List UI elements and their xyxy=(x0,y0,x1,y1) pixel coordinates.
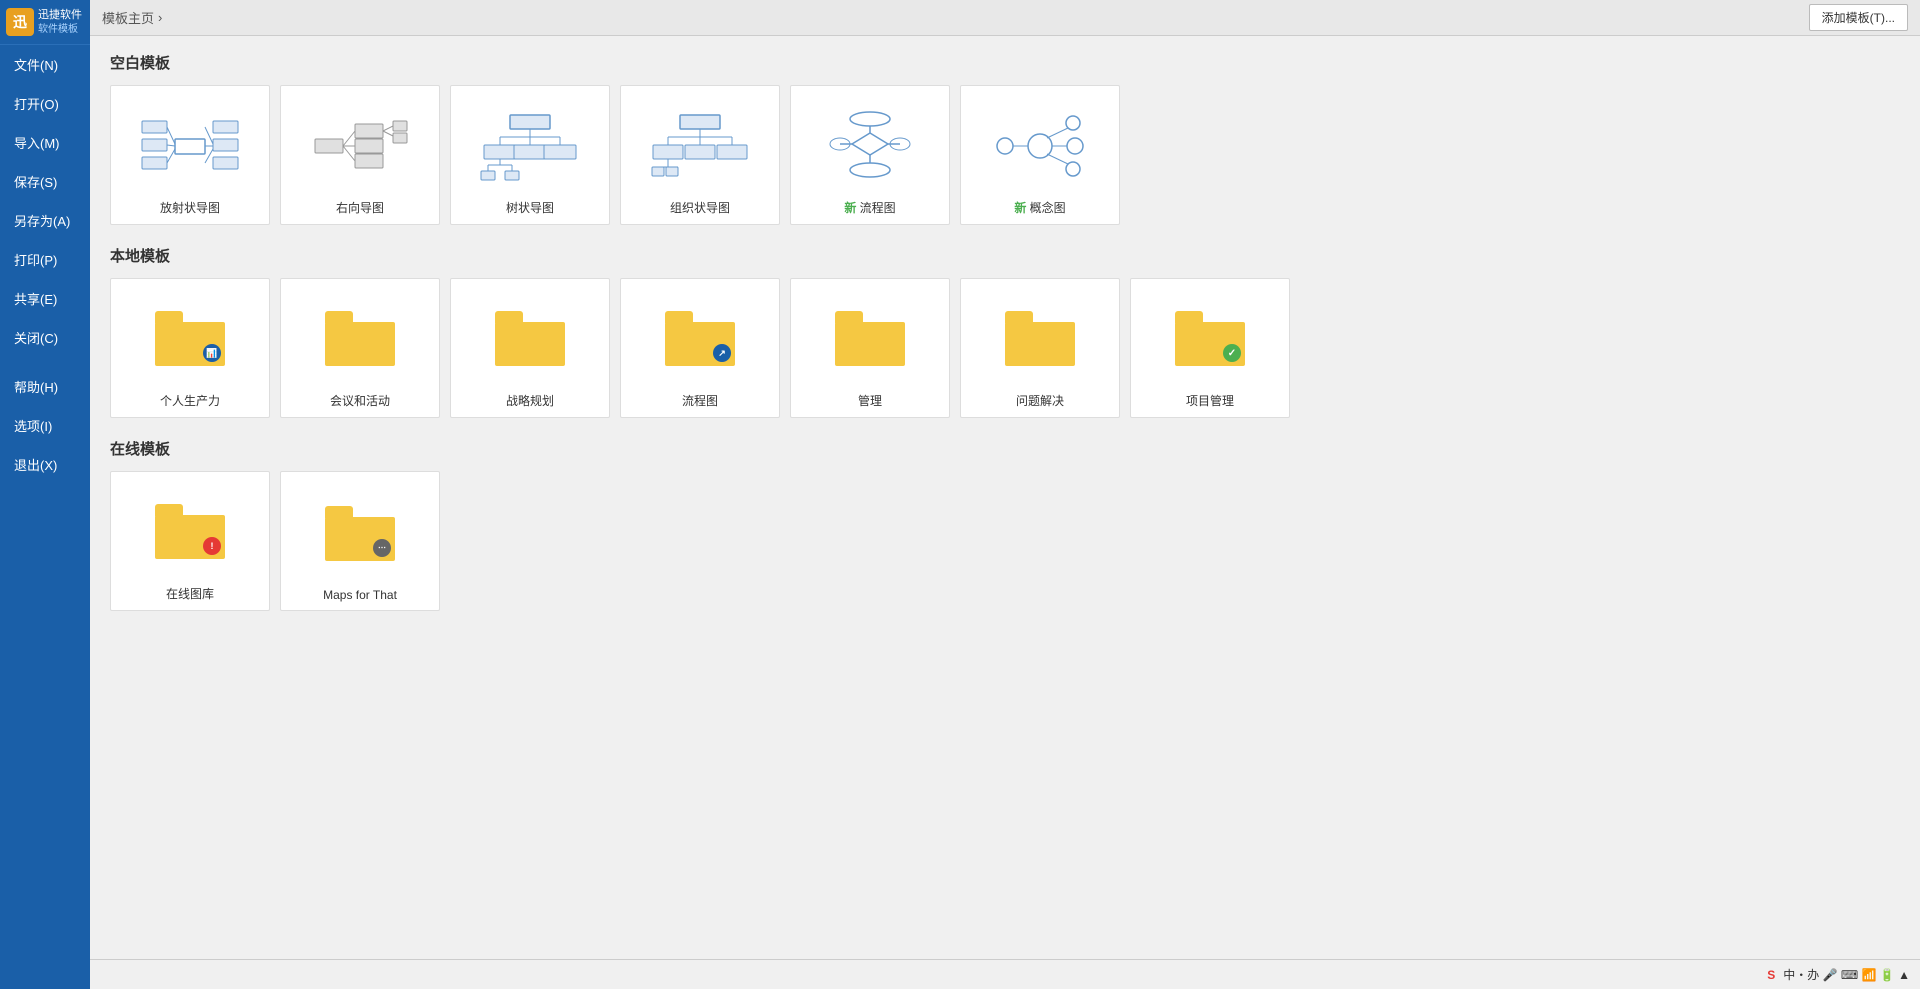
template-label-problem: 问题解决 xyxy=(1016,392,1064,409)
template-label-project: 项目管理 xyxy=(1186,392,1234,409)
template-icon-tree xyxy=(459,98,601,193)
template-label-management: 管理 xyxy=(858,392,882,409)
sidebar-item-options[interactable]: 选项(I) xyxy=(0,406,90,445)
template-label-process: 流程图 xyxy=(682,392,718,409)
template-label-radial: 放射状导图 xyxy=(160,199,220,216)
taskbar: S 中・办 🎤 ⌨ 📶 🔋 ▲ xyxy=(90,959,1920,989)
sidebar: 迅 迅捷软件 软件模板 文件(N) 打开(O) 导入(M) 保存(S) 另存为(… xyxy=(0,0,90,989)
breadcrumb-sep: › xyxy=(158,10,162,25)
breadcrumb: 模板主页 › xyxy=(102,8,162,27)
template-label-org: 组织状导图 xyxy=(670,199,730,216)
template-org[interactable]: 组织状导图 xyxy=(620,85,780,225)
template-right[interactable]: 右向导图 xyxy=(280,85,440,225)
template-label-meeting: 会议和活动 xyxy=(330,392,390,409)
template-icon-right xyxy=(289,98,431,193)
sidebar-item-file[interactable]: 文件(N) xyxy=(0,45,90,84)
section-title-local: 本地模板 xyxy=(110,245,1900,266)
taskbar-items: 中・办 🎤 ⌨ 📶 🔋 ▲ xyxy=(1783,966,1910,983)
template-label-flow: 流程图 xyxy=(844,199,895,216)
section-title-blank: 空白模板 xyxy=(110,52,1900,73)
template-icon-radial xyxy=(119,98,261,193)
template-online-lib[interactable]: ! 在线图库 xyxy=(110,471,270,611)
template-icon-project: ✓ xyxy=(1139,291,1281,386)
template-label-concept: 概念图 xyxy=(1014,199,1065,216)
template-flow[interactable]: 流程图 xyxy=(790,85,950,225)
template-tree[interactable]: 树状导图 xyxy=(450,85,610,225)
section-title-online: 在线模板 xyxy=(110,438,1900,459)
sidebar-item-save[interactable]: 保存(S) xyxy=(0,162,90,201)
template-label-strategy: 战略规划 xyxy=(506,392,554,409)
template-problem[interactable]: 问题解决 xyxy=(960,278,1120,418)
sidebar-item-help[interactable]: 帮助(H) xyxy=(0,367,90,406)
sidebar-item-close[interactable]: 关闭(C) xyxy=(0,318,90,357)
template-process[interactable]: ↗ 流程图 xyxy=(620,278,780,418)
template-concept[interactable]: 概念图 xyxy=(960,85,1120,225)
template-maps-for-that[interactable]: ⋯ Maps for That xyxy=(280,471,440,611)
local-template-grid: 📊 个人生产力 会议和活动 战略规划 xyxy=(110,278,1900,418)
template-label-online-lib: 在线图库 xyxy=(166,585,214,602)
sidebar-item-open[interactable]: 打开(O) xyxy=(0,84,90,123)
template-label-maps-for-that: Maps for That xyxy=(323,588,397,602)
main-content: 空白模板 xyxy=(90,36,1920,989)
online-template-grid: ! 在线图库 ⋯ Maps for That xyxy=(110,471,1900,611)
sidebar-item-import[interactable]: 导入(M) xyxy=(0,123,90,162)
template-management[interactable]: 管理 xyxy=(790,278,950,418)
template-project[interactable]: ✓ 项目管理 xyxy=(1130,278,1290,418)
topbar: 模板主页 › 添加模板(T)... xyxy=(90,0,1920,36)
template-icon-management xyxy=(799,291,941,386)
template-strategy[interactable]: 战略规划 xyxy=(450,278,610,418)
sidebar-item-print[interactable]: 打印(P) xyxy=(0,240,90,279)
breadcrumb-home: 模板主页 xyxy=(102,8,154,27)
template-icon-problem xyxy=(969,291,1111,386)
template-icon-online-lib: ! xyxy=(119,484,261,579)
sidebar-title: 迅捷软件 软件模板 xyxy=(38,8,82,35)
taskbar-lang: S xyxy=(1767,968,1775,982)
template-personal[interactable]: 📊 个人生产力 xyxy=(110,278,270,418)
template-icon-concept xyxy=(969,98,1111,193)
template-label-right: 右向导图 xyxy=(336,199,384,216)
sidebar-item-exit[interactable]: 退出(X) xyxy=(0,445,90,484)
template-label-personal: 个人生产力 xyxy=(160,392,220,409)
template-icon-process: ↗ xyxy=(629,291,771,386)
sidebar-logo: 迅 xyxy=(6,8,34,36)
template-icon-strategy xyxy=(459,291,601,386)
template-icon-flow xyxy=(799,98,941,193)
template-radial[interactable]: 放射状导图 xyxy=(110,85,270,225)
template-label-tree: 树状导图 xyxy=(506,199,554,216)
sidebar-header: 迅 迅捷软件 软件模板 xyxy=(0,0,90,45)
sidebar-item-saveas[interactable]: 另存为(A) xyxy=(0,201,90,240)
template-meeting[interactable]: 会议和活动 xyxy=(280,278,440,418)
blank-template-grid: 放射状导图 右向导图 xyxy=(110,85,1900,225)
template-icon-meeting xyxy=(289,291,431,386)
sidebar-item-share[interactable]: 共享(E) xyxy=(0,279,90,318)
template-icon-maps-for-that: ⋯ xyxy=(289,484,431,582)
add-template-button[interactable]: 添加模板(T)... xyxy=(1809,4,1908,31)
template-icon-personal: 📊 xyxy=(119,291,261,386)
template-icon-org xyxy=(629,98,771,193)
